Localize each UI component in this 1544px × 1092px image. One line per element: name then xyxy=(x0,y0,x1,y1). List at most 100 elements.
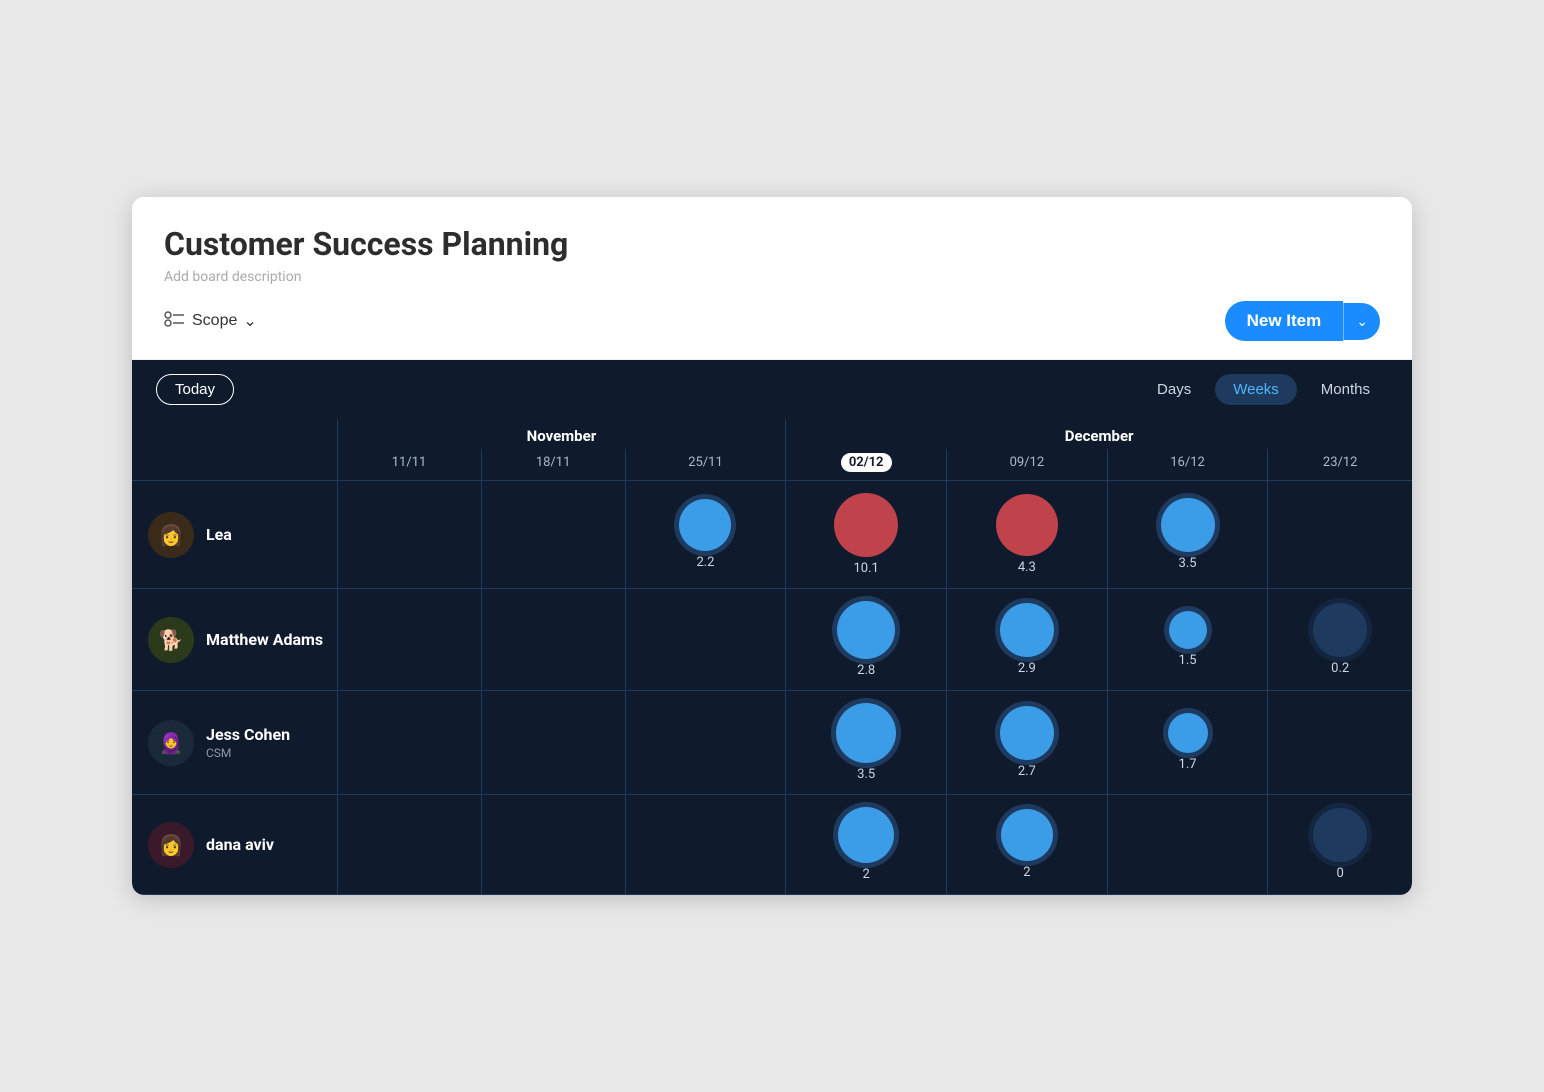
bubble-cell xyxy=(481,589,625,691)
bubble-cell xyxy=(625,691,786,795)
bubble-label: 2.9 xyxy=(1018,661,1036,676)
empty-header xyxy=(132,419,337,449)
bubble-cell xyxy=(1268,481,1412,589)
bubble-cell xyxy=(625,795,786,895)
bubble-cell xyxy=(1268,691,1412,795)
bubble-cell xyxy=(337,795,481,895)
bubble-cell: 3.5 xyxy=(786,691,947,795)
toolbar: Scope ⌄ New Item ⌄ xyxy=(164,301,1380,341)
person-name: Lea xyxy=(206,525,232,544)
bubble-wrap: 2 xyxy=(794,807,938,882)
avatar-emoji: 👩 xyxy=(159,833,184,857)
bubble xyxy=(1168,713,1208,753)
bubble-label: 1.7 xyxy=(1179,757,1197,772)
bubble xyxy=(834,493,898,557)
bubble-cell: 1.7 xyxy=(1107,691,1268,795)
date-row: 11/11 18/11 25/11 02/12 09/12 16/12 23/1… xyxy=(132,449,1412,481)
bubble-cell xyxy=(625,589,786,691)
timeline-container: Today Days Weeks Months Nove xyxy=(132,360,1412,895)
avatar-emoji: 👩 xyxy=(159,523,184,547)
date-1612: 16/12 xyxy=(1107,449,1268,481)
bubble-cell xyxy=(481,481,625,589)
view-weeks-button[interactable]: Weeks xyxy=(1215,374,1297,405)
timeline-grid: November December 11/11 18/11 25/11 02/1… xyxy=(132,419,1412,895)
person-cell: 🐕 Matthew Adams xyxy=(132,589,337,691)
scope-label: Scope xyxy=(192,312,237,330)
person-name: dana aviv xyxy=(206,835,274,854)
bubble-cell: 4.3 xyxy=(947,481,1108,589)
bubble-wrap: 3.5 xyxy=(794,703,938,782)
bubble-label: 4.3 xyxy=(1018,560,1036,575)
bubble-cell: 2.2 xyxy=(625,481,786,589)
bubble xyxy=(1313,603,1367,657)
bubble xyxy=(1000,603,1054,657)
bubble-cell: 2 xyxy=(947,795,1108,895)
scope-button[interactable]: Scope ⌄ xyxy=(164,310,257,333)
person-role: CSM xyxy=(206,746,290,760)
bubble-label: 0 xyxy=(1337,866,1344,881)
bubble-cell xyxy=(1107,795,1268,895)
date-0212: 02/12 xyxy=(786,449,947,481)
bubble-cell: 10.1 xyxy=(786,481,947,589)
bubble-cell: 2.7 xyxy=(947,691,1108,795)
avatar-emoji: 🐕 xyxy=(159,628,184,652)
bubble-wrap: 1.5 xyxy=(1116,611,1260,668)
bubble-wrap: 1.7 xyxy=(1116,713,1260,772)
person-name: Jess Cohen xyxy=(206,725,290,744)
timeline-header-bar: Today Days Weeks Months xyxy=(132,360,1412,419)
bubble-label: 2 xyxy=(1023,865,1030,880)
bubble-label: 2.2 xyxy=(696,555,714,570)
bubble-wrap: 0.2 xyxy=(1276,603,1404,676)
person-row: 🧕 Jess Cohen CSM 3.5 2.7 xyxy=(132,691,1412,795)
avatar: 👩 xyxy=(148,822,194,868)
bubble-label: 1.5 xyxy=(1179,653,1197,668)
bubble-cell: 2.9 xyxy=(947,589,1108,691)
view-days-button[interactable]: Days xyxy=(1139,374,1209,405)
bubble-cell xyxy=(481,691,625,795)
bubble-cell: 2 xyxy=(786,795,947,895)
page-title: Customer Success Planning xyxy=(164,225,1380,263)
bubble-cell: 2.8 xyxy=(786,589,947,691)
new-item-dropdown-button[interactable]: ⌄ xyxy=(1343,303,1380,340)
bubble-cell xyxy=(337,481,481,589)
avatar: 🐕 xyxy=(148,617,194,663)
bubble-label: 0.2 xyxy=(1331,661,1349,676)
person-row: 👩 Lea 2.2 10.1 xyxy=(132,481,1412,589)
bubble xyxy=(837,601,895,659)
avatar-emoji: 🧕 xyxy=(159,731,184,755)
month-row: November December xyxy=(132,419,1412,449)
new-item-group: New Item ⌄ xyxy=(1225,301,1380,341)
bubble-wrap: 2.8 xyxy=(794,601,938,678)
bubble xyxy=(1001,809,1053,861)
today-button[interactable]: Today xyxy=(156,374,234,405)
person-info: 👩 Lea xyxy=(148,512,329,558)
person-cell: 👩 dana aviv xyxy=(132,795,337,895)
date-1111: 11/11 xyxy=(337,449,481,481)
bubble-wrap: 3.5 xyxy=(1116,498,1260,571)
bubble-wrap: 2.7 xyxy=(955,706,1099,779)
bubble-label: 10.1 xyxy=(853,561,878,576)
person-row: 👩 dana aviv 2 2 xyxy=(132,795,1412,895)
person-cell: 🧕 Jess Cohen CSM xyxy=(132,691,337,795)
december-header: December xyxy=(786,419,1412,449)
bubble-cell: 3.5 xyxy=(1107,481,1268,589)
date-2511: 25/11 xyxy=(625,449,786,481)
bubble-cell: 0.2 xyxy=(1268,589,1412,691)
header: Customer Success Planning Add board desc… xyxy=(132,197,1412,360)
bubble-cell xyxy=(337,691,481,795)
bubble-cell: 0 xyxy=(1268,795,1412,895)
bubble xyxy=(679,499,731,551)
view-toggles: Days Weeks Months xyxy=(1139,374,1388,405)
board-description[interactable]: Add board description xyxy=(164,269,1380,285)
date-1811: 18/11 xyxy=(481,449,625,481)
person-name: Matthew Adams xyxy=(206,630,323,649)
new-item-button[interactable]: New Item xyxy=(1225,301,1344,341)
person-row: 🐕 Matthew Adams 2.8 2.9 xyxy=(132,589,1412,691)
date-2312: 23/12 xyxy=(1268,449,1412,481)
person-info: 👩 dana aviv xyxy=(148,822,329,868)
bubble xyxy=(1313,808,1367,862)
bubble xyxy=(1169,611,1207,649)
app-container: Customer Success Planning Add board desc… xyxy=(132,197,1412,895)
view-months-button[interactable]: Months xyxy=(1303,374,1388,405)
bubble-wrap: 4.3 xyxy=(955,494,1099,575)
